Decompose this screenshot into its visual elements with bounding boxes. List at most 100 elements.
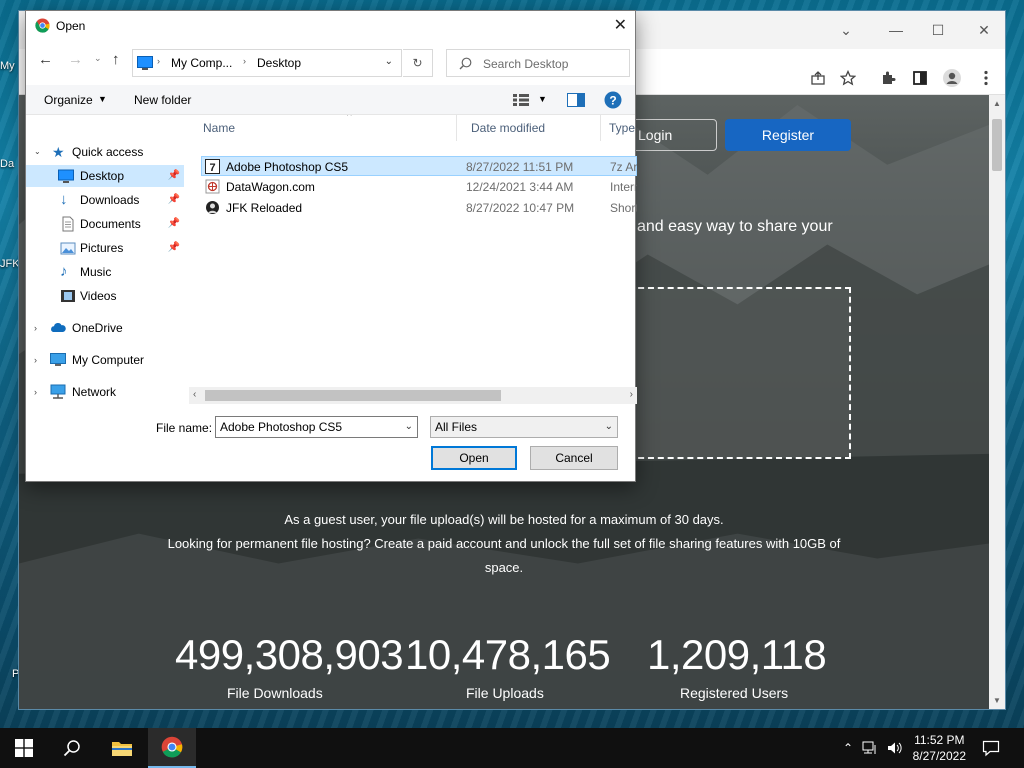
scrollbar-thumb[interactable]: [205, 390, 501, 401]
search-button[interactable]: [48, 728, 96, 768]
nav-label: Videos: [80, 289, 117, 303]
bookmark-star-icon[interactable]: [837, 67, 859, 89]
expand-chevron-icon[interactable]: ›: [34, 349, 37, 371]
file-name: Adobe Photoshop CS5: [226, 160, 349, 174]
file-type: 7z Ar: [610, 160, 637, 174]
desktop-icon-label[interactable]: JFK: [0, 258, 20, 270]
chrome-icon: [35, 18, 50, 33]
file-type: Intern: [610, 180, 637, 194]
nav-item-pictures[interactable]: Pictures 📌: [26, 237, 184, 259]
start-button[interactable]: [0, 728, 48, 768]
nav-item-documents[interactable]: Documents 📌: [26, 213, 184, 235]
file-row[interactable]: 7 Adobe Photoshop CS5 8/27/2022 11:51 PM…: [201, 156, 637, 176]
volume-icon[interactable]: [886, 740, 902, 756]
pictures-icon: [60, 242, 76, 255]
dialog-close-icon[interactable]: ✕: [614, 15, 627, 35]
expand-chevron-icon[interactable]: ›: [34, 381, 37, 403]
videos-icon: [61, 290, 75, 302]
pin-icon: 📌: [167, 218, 180, 229]
side-panel-icon[interactable]: [909, 67, 931, 89]
show-hidden-icons-icon[interactable]: ⌃: [840, 740, 856, 756]
address-bar[interactable]: › My Comp... › Desktop ⌄: [132, 49, 402, 77]
expand-chevron-icon[interactable]: ⌄: [34, 141, 41, 163]
up-arrow-icon[interactable]: ↑: [112, 51, 120, 68]
nav-onedrive[interactable]: › OneDrive: [26, 317, 184, 339]
nav-item-videos[interactable]: Videos: [26, 285, 184, 307]
upgrade-notice: Looking for permanent file hosting? Crea…: [167, 536, 841, 551]
minimize-button[interactable]: —: [885, 19, 907, 41]
7z-archive-icon: 7: [205, 159, 220, 174]
menu-kebab-icon[interactable]: [975, 67, 997, 89]
nav-label: Quick access: [72, 145, 144, 159]
navigation-pane: ⌄ ★ Quick access Desktop 📌 ↓ Downloads 📌…: [26, 115, 189, 413]
address-dropdown-icon[interactable]: ⌄: [385, 56, 393, 67]
breadcrumb-separator-icon[interactable]: ›: [243, 56, 246, 66]
chevron-down-icon[interactable]: ⌄: [405, 417, 413, 437]
nav-quick-access[interactable]: ⌄ ★ Quick access: [26, 141, 184, 163]
network-tray-icon[interactable]: [862, 740, 878, 756]
forward-arrow-icon[interactable]: →: [68, 51, 83, 68]
file-name-input[interactable]: Adobe Photoshop CS5 ⌄: [215, 416, 418, 438]
profile-avatar-icon[interactable]: [941, 67, 963, 89]
register-button[interactable]: Register: [725, 119, 851, 151]
horizontal-scrollbar[interactable]: ‹ ›: [189, 387, 637, 404]
close-button[interactable]: ✕: [973, 19, 995, 41]
scrollbar-thumb[interactable]: [992, 119, 1002, 171]
stat-uploads-label: File Uploads: [466, 685, 544, 701]
nav-item-desktop[interactable]: Desktop 📌: [26, 165, 184, 187]
system-clock[interactable]: 11:52 PM 8/27/2022: [913, 732, 966, 764]
file-explorer-button[interactable]: [98, 728, 146, 768]
clock-time: 11:52 PM: [914, 733, 965, 747]
maximize-button[interactable]: ☐: [927, 19, 949, 41]
nav-item-downloads[interactable]: ↓ Downloads 📌: [26, 189, 184, 211]
nav-item-music[interactable]: ♪ Music: [26, 261, 184, 283]
breadcrumb-segment[interactable]: My Comp...: [171, 56, 232, 70]
organize-dropdown-icon[interactable]: ▼: [98, 94, 107, 104]
share-icon[interactable]: [807, 67, 829, 89]
scroll-left-icon[interactable]: ‹: [193, 389, 196, 400]
new-folder-button[interactable]: New folder: [134, 93, 191, 107]
organize-menu[interactable]: Organize: [44, 93, 93, 107]
scroll-up-icon[interactable]: ▲: [993, 99, 1001, 108]
nav-network[interactable]: › Network: [26, 381, 184, 403]
pin-icon: 📌: [167, 194, 180, 205]
notifications-icon[interactable]: [982, 739, 1000, 757]
column-header-name[interactable]: Name: [189, 115, 457, 141]
back-arrow-icon[interactable]: ←: [38, 51, 53, 68]
column-header-type[interactable]: Type: [601, 115, 637, 141]
scroll-down-icon[interactable]: ▼: [993, 696, 1001, 705]
nav-my-computer[interactable]: › My Computer: [26, 349, 184, 371]
view-options-icon[interactable]: [513, 94, 529, 106]
desktop-icon-label[interactable]: My: [0, 60, 20, 72]
taskbar: ⌃ 11:52 PM 8/27/2022: [0, 728, 1024, 768]
chevron-down-icon[interactable]: ⌄: [605, 417, 613, 437]
file-row[interactable]: JFK Reloaded 8/27/2022 10:47 PM Shortc: [202, 198, 637, 218]
recent-locations-icon[interactable]: ⌄: [94, 53, 102, 64]
preview-pane-icon[interactable]: [567, 93, 585, 107]
nav-label: OneDrive: [72, 321, 123, 335]
help-icon[interactable]: ?: [604, 91, 622, 109]
extensions-icon[interactable]: [877, 67, 899, 89]
breadcrumb-separator-icon[interactable]: ›: [157, 56, 160, 66]
page-scrollbar[interactable]: ▲ ▼: [989, 95, 1005, 709]
file-type-filter[interactable]: All Files ⌄: [430, 416, 618, 438]
tab-search-icon[interactable]: ⌄: [835, 19, 857, 41]
search-box[interactable]: Search Desktop: [446, 49, 630, 77]
computer-icon: [50, 353, 66, 366]
refresh-icon[interactable]: ↻: [403, 49, 433, 77]
scroll-right-icon[interactable]: ›: [630, 389, 633, 400]
command-bar: Organize ▼ New folder ▼ ?: [26, 85, 635, 115]
cancel-button[interactable]: Cancel: [530, 446, 618, 470]
file-row[interactable]: DataWagon.com 12/24/2021 3:44 AM Intern: [202, 177, 637, 197]
view-dropdown-icon[interactable]: ▼: [538, 94, 547, 104]
file-name-value: Adobe Photoshop CS5: [220, 420, 343, 434]
dialog-titlebar: Open ✕: [26, 11, 635, 41]
desktop-icon-label[interactable]: Da: [0, 158, 20, 170]
column-header-date[interactable]: Date modified: [457, 115, 601, 141]
dialog-title: Open: [56, 19, 86, 33]
open-button[interactable]: Open: [431, 446, 517, 470]
expand-chevron-icon[interactable]: ›: [34, 317, 37, 339]
chrome-icon: [161, 736, 183, 758]
breadcrumb-segment[interactable]: Desktop: [257, 56, 301, 70]
chrome-taskbar-button[interactable]: [148, 728, 196, 768]
